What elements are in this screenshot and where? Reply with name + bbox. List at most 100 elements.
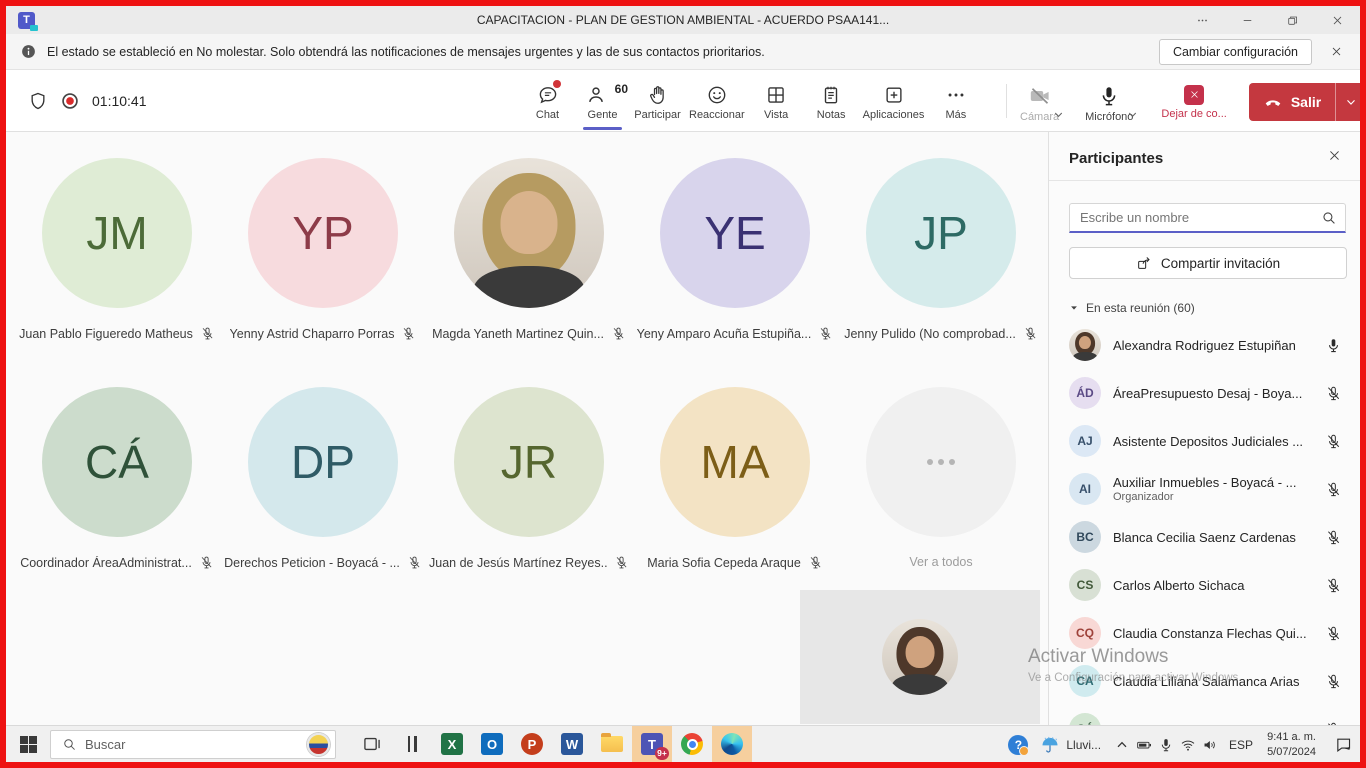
language-indicator[interactable]: ESP (1229, 738, 1253, 752)
participant-row[interactable]: Alexandra Rodriguez Estupiñan (1049, 321, 1360, 369)
leave-options-chevron[interactable] (1335, 83, 1365, 121)
mic-muted-icon[interactable] (1325, 673, 1342, 690)
participant-row-partial[interactable]: CÁ (1049, 705, 1360, 725)
action-center-icon[interactable] (1326, 726, 1360, 763)
mic-muted-icon[interactable] (1325, 529, 1342, 546)
panel-close-icon[interactable] (1327, 148, 1342, 168)
participant-row[interactable]: ÁD ÁreaPresupuesto Desaj - Boya... (1049, 369, 1360, 417)
mic-muted-icon[interactable] (1325, 385, 1342, 402)
search-icon (62, 737, 77, 752)
help-tray-icon[interactable]: ? (1008, 735, 1028, 755)
notes-icon (820, 84, 842, 106)
window-minimize-button[interactable] (1225, 6, 1270, 34)
avatar: BC (1069, 521, 1101, 553)
panel-title: Participantes (1069, 150, 1163, 167)
stop-sharing-button[interactable]: Dejar de co... (1155, 85, 1232, 120)
avatar: DP (248, 387, 398, 537)
edge-button[interactable] (712, 726, 752, 763)
people-button[interactable]: Gente 60 (575, 74, 630, 130)
microphone-button[interactable]: Micrófono (1079, 84, 1139, 121)
participant-row[interactable]: AI Auxiliar Inmuebles - Boyacá - ... Org… (1049, 465, 1360, 513)
bars-icon (408, 736, 417, 752)
share-invite-button[interactable]: Compartir invitación (1069, 247, 1347, 279)
participant-tile[interactable]: CÁ Coordinador ÁreaAdministrat... (14, 387, 220, 570)
participant-tile[interactable]: JM Juan Pablo Figueredo Matheus (14, 158, 220, 341)
camera-button[interactable]: Cámara (1014, 84, 1065, 121)
participant-tile[interactable]: YE Yeny Amparo Acuña Estupiña... (632, 158, 838, 341)
mic-muted-icon[interactable] (1325, 625, 1342, 642)
participant-row[interactable]: BC Blanca Cecilia Saenz Cardenas (1049, 513, 1360, 561)
chat-button[interactable]: Chat (520, 74, 575, 130)
raise-hand-icon (647, 84, 669, 106)
mic-muted-icon (401, 326, 416, 341)
start-button[interactable] (20, 736, 37, 753)
participant-search-input[interactable] (1069, 203, 1346, 233)
avatar: CA (1069, 665, 1101, 697)
tray-microphone-icon[interactable] (1155, 734, 1177, 756)
file-explorer-button[interactable] (592, 726, 632, 763)
word-button[interactable]: W (552, 726, 592, 763)
avatar: AI (1069, 473, 1101, 505)
avatar: JR (454, 387, 604, 537)
raise-hand-button[interactable]: Participar (630, 74, 685, 130)
change-settings-button[interactable]: Cambiar configuración (1159, 39, 1312, 65)
powerpoint-button[interactable]: P (512, 726, 552, 763)
share-icon (1136, 255, 1152, 271)
chrome-button[interactable] (672, 726, 712, 763)
window-more-button[interactable] (1180, 6, 1225, 34)
mic-muted-icon[interactable] (1325, 481, 1342, 498)
mic-muted-icon[interactable] (1325, 433, 1342, 450)
view-button[interactable]: Vista (749, 74, 804, 130)
taskbar-search[interactable] (50, 730, 336, 759)
mic-muted-icon (818, 326, 833, 341)
participant-row[interactable]: CS Carlos Alberto Sichaca (1049, 561, 1360, 609)
in-meeting-section-header[interactable]: En esta reunión (60) (1069, 301, 1360, 315)
participant-row[interactable]: AJ Asistente Depositos Judiciales ... (1049, 417, 1360, 465)
tray-expand-chevron[interactable] (1111, 734, 1133, 756)
participant-row[interactable]: CQ Claudia Constanza Flechas Qui... (1049, 609, 1360, 657)
volume-icon[interactable] (1199, 734, 1221, 756)
organizer-label: Organizador (1113, 491, 1325, 503)
participant-row[interactable]: CA Claudia Liliana Salamanca Arias (1049, 657, 1360, 705)
participant-tile[interactable]: DP Derechos Peticion - Boyacá - ... (220, 387, 426, 570)
window-restore-button[interactable] (1270, 6, 1315, 34)
participant-tile[interactable]: JR Juan de Jesús Martínez Reyes... (426, 387, 632, 570)
view-all-tile[interactable]: Ver a todos (838, 387, 1044, 570)
teams-meeting-window: T CAPACITACION - PLAN DE GESTION AMBIENT… (0, 0, 1366, 768)
chrome-icon (681, 733, 703, 755)
excel-button[interactable]: X (432, 726, 472, 763)
mic-muted-icon (1023, 326, 1038, 341)
toolbar-separator (1006, 84, 1007, 118)
participant-tile[interactable]: MA Maria Sofia Cepeda Araque (632, 387, 838, 570)
camera-chevron-icon[interactable] (1052, 108, 1065, 121)
mic-muted-icon[interactable] (1325, 577, 1342, 594)
react-button[interactable]: Reaccionar (685, 74, 749, 130)
more-participants-icon (866, 387, 1016, 537)
taskbar-search-input[interactable] (85, 737, 307, 752)
participant-tile[interactable]: JP Jenny Pulido (No comprobad... (838, 158, 1044, 341)
leave-button[interactable]: Salir (1249, 83, 1365, 121)
title-bar: T CAPACITACION - PLAN DE GESTION AMBIENT… (6, 6, 1360, 34)
more-button[interactable]: Más (928, 74, 983, 130)
banner-close-icon[interactable] (1326, 42, 1346, 62)
weather-widget[interactable]: Lluvi... (1040, 735, 1101, 755)
mic-muted-icon (200, 326, 215, 341)
microphone-chevron-icon[interactable] (1126, 108, 1139, 121)
window-close-button[interactable] (1315, 6, 1360, 34)
apps-button[interactable]: Aplicaciones (859, 74, 929, 130)
participant-tile[interactable]: Magda Yaneth Martinez Quin... (426, 158, 632, 341)
task-view-button[interactable] (352, 726, 392, 763)
clock[interactable]: 9:41 a. m. 5/07/2024 (1267, 730, 1316, 760)
mic-on-icon[interactable] (1325, 337, 1342, 354)
notes-button[interactable]: Notas (804, 74, 859, 130)
wifi-icon[interactable] (1177, 734, 1199, 756)
avatar: JM (42, 158, 192, 308)
pinned-app-button[interactable] (392, 726, 432, 763)
outlook-button[interactable]: O (472, 726, 512, 763)
teams-taskbar-button[interactable]: T 9+ (632, 726, 672, 763)
powerpoint-icon: P (521, 733, 543, 755)
self-view-tile[interactable] (800, 590, 1040, 724)
battery-icon[interactable] (1133, 734, 1155, 756)
participant-tile[interactable]: YP Yenny Astrid Chaparro Porras (220, 158, 426, 341)
avatar: CÁ (42, 387, 192, 537)
